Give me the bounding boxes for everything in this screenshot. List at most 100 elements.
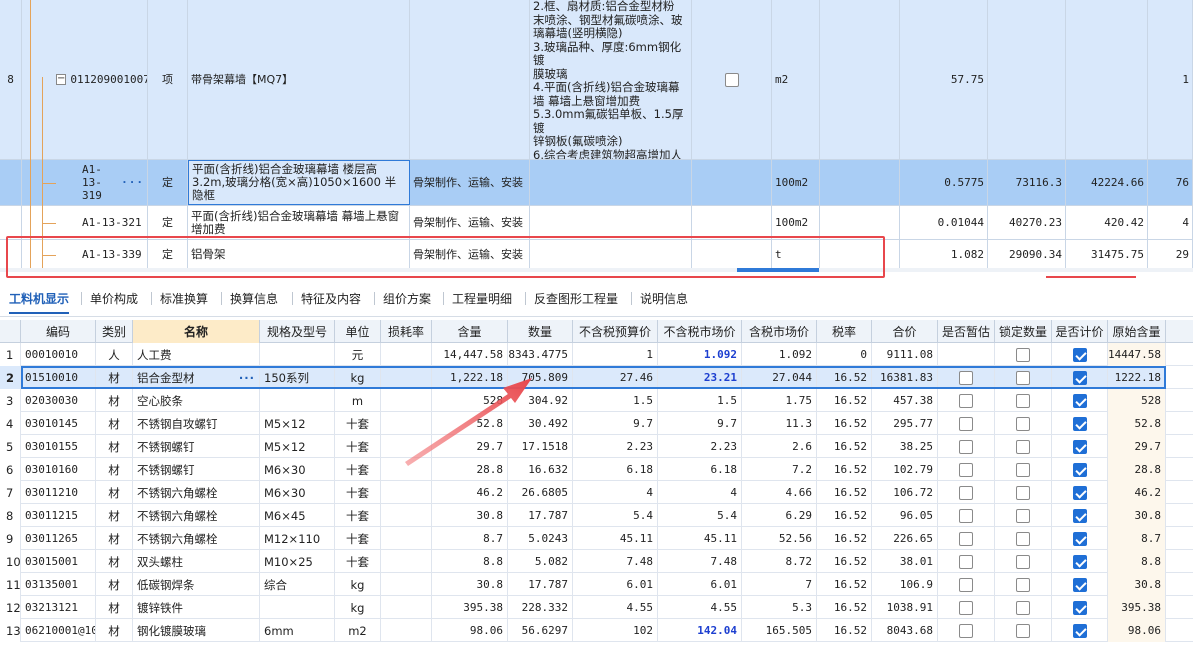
quota-last: 4 bbox=[1148, 206, 1193, 239]
quota-expression bbox=[820, 206, 900, 239]
header-est[interactable]: 是否暂估 bbox=[938, 320, 995, 343]
material-row[interactable]: 5 03010155 材不锈钢螺钉 M5×12 十套 29.7 17.1518 2.23 2.2… bbox=[0, 435, 1193, 458]
quota-row-A1-13-321[interactable]: A1-13-321 定平面(含折线)铝合金玻璃幕墙 幕墙上悬窗增加费 骨架制作、运输… bbox=[0, 206, 1193, 240]
est-checkbox[interactable] bbox=[959, 508, 973, 523]
header-name[interactable]: 名称 bbox=[133, 320, 260, 343]
lock-checkbox[interactable] bbox=[1016, 370, 1030, 385]
header-budget[interactable]: 不含税预算价 bbox=[573, 320, 658, 343]
list-row-8[interactable]: 8−011209001007 项带骨架幕墙【MQ7】 2.框、扇材质:铝合金型材粉末… bbox=[0, 0, 1193, 160]
cell-cat: 材 bbox=[96, 550, 133, 573]
priced-checkbox[interactable] bbox=[1072, 393, 1087, 408]
est-checkbox[interactable] bbox=[959, 439, 973, 454]
tab-5[interactable]: 特征及内容 bbox=[301, 279, 361, 317]
header-spec[interactable]: 规格及型号 bbox=[260, 320, 335, 343]
priced-checkbox[interactable] bbox=[1072, 554, 1087, 569]
lock-checkbox[interactable] bbox=[1016, 531, 1030, 546]
est-checkbox[interactable] bbox=[959, 370, 973, 385]
tab-3[interactable]: 标准换算 bbox=[160, 279, 208, 317]
material-row[interactable]: 10 03015001 材双头螺柱 M10×25 十套 8.8 5.082 7.48 7.48 8… bbox=[0, 550, 1193, 573]
priced-checkbox[interactable] bbox=[1072, 485, 1087, 500]
tab-6[interactable]: 组价方案 bbox=[383, 279, 431, 317]
material-row[interactable]: 9 03011265 材不锈钢六角螺栓 M12×110 十套 8.7 5.0243 45.11… bbox=[0, 527, 1193, 550]
est-checkbox[interactable] bbox=[959, 416, 973, 431]
lock-checkbox[interactable] bbox=[1016, 554, 1030, 569]
cell-code: 02030030 bbox=[21, 389, 96, 412]
header-total[interactable]: 合价 bbox=[872, 320, 938, 343]
material-row[interactable]: 3 02030030 材空心胶条 m 528 304.92 1.5 1.5 1.75 16.52 4… bbox=[0, 389, 1193, 412]
header-lock[interactable]: 锁定数量 bbox=[995, 320, 1052, 343]
tab-8[interactable]: 反查图形工程量 bbox=[534, 279, 618, 317]
est-checkbox[interactable] bbox=[959, 393, 973, 408]
material-row[interactable]: 8 03011215 材不锈钢六角螺栓 M6×45 十套 30.8 17.787 5.4 5.4… bbox=[0, 504, 1193, 527]
priced-checkbox[interactable] bbox=[1072, 462, 1087, 477]
quota-row-A1-13-319[interactable]: A1-13-319 ··· 定平面(含折线)铝合金玻璃幕墙 楼层高3.2m,玻璃分格… bbox=[0, 160, 1193, 206]
tab-2[interactable]: 单价构成 bbox=[90, 279, 138, 317]
tab-4[interactable]: 换算信息 bbox=[230, 279, 278, 317]
material-row[interactable]: 1 00010010 人人工费元 14,447.58 8343.4775 1 1.092 1.… bbox=[0, 343, 1193, 366]
priced-checkbox[interactable] bbox=[1072, 531, 1087, 546]
lock-checkbox[interactable] bbox=[1016, 439, 1030, 454]
material-row[interactable]: 4 03010145 材不锈钢自攻螺钉 M5×12 十套 52.8 30.492 9.7 9.7… bbox=[0, 412, 1193, 435]
lock-checkbox[interactable] bbox=[1016, 577, 1030, 592]
material-row[interactable]: 2 01510010 材铝合金型材 ··· 150系列 kg 1,222.18 705.809… bbox=[0, 366, 1193, 389]
cell-tax_market: 5.3 bbox=[742, 596, 817, 619]
est-checkbox[interactable] bbox=[959, 485, 973, 500]
est-checkbox[interactable] bbox=[959, 623, 973, 638]
header-qty[interactable]: 数量 bbox=[508, 320, 573, 343]
item-checkbox[interactable] bbox=[724, 72, 739, 87]
header-priced[interactable]: 是否计价 bbox=[1052, 320, 1108, 343]
header-cat[interactable]: 类别 bbox=[96, 320, 133, 343]
tree-line bbox=[30, 0, 31, 270]
material-row[interactable]: 7 03011210 材不锈钢六角螺栓 M6×30 十套 46.2 26.6805 4 4 4.6… bbox=[0, 481, 1193, 504]
header-content[interactable]: 含量 bbox=[432, 320, 508, 343]
cell-name: 人工费 bbox=[133, 343, 260, 366]
collapse-toggle-icon[interactable]: − bbox=[56, 74, 67, 85]
est-checkbox[interactable] bbox=[959, 531, 973, 546]
lock-checkbox[interactable] bbox=[1016, 416, 1030, 431]
material-row[interactable]: 12 03213121 材镀锌铁件 kg 395.38 228.332 4.55 4.55 5.… bbox=[0, 596, 1193, 619]
cell-unit: kg bbox=[335, 596, 381, 619]
tab-1[interactable]: 工料机显示 bbox=[9, 279, 70, 317]
cell-priced bbox=[1052, 435, 1108, 458]
lock-checkbox[interactable] bbox=[1016, 485, 1030, 500]
header-rate[interactable]: 税率 bbox=[817, 320, 872, 343]
more-button[interactable]: ··· bbox=[121, 176, 144, 189]
priced-checkbox[interactable] bbox=[1072, 439, 1087, 454]
priced-checkbox[interactable] bbox=[1072, 623, 1087, 638]
material-row[interactable]: 11 03135001 材低碳钢焊条 综合 kg 30.8 17.787 6.01 6.01 7 1… bbox=[0, 573, 1193, 596]
header-orig[interactable]: 原始含量 bbox=[1108, 320, 1166, 343]
est-checkbox[interactable] bbox=[959, 554, 973, 569]
priced-checkbox[interactable] bbox=[1072, 600, 1087, 615]
lock-checkbox[interactable] bbox=[1016, 393, 1030, 408]
priced-checkbox[interactable] bbox=[1072, 347, 1087, 362]
priced-checkbox[interactable] bbox=[1072, 370, 1087, 385]
cell-spec bbox=[260, 343, 335, 366]
tab-7[interactable]: 工程量明细 bbox=[452, 279, 512, 317]
cell-lock bbox=[995, 458, 1052, 481]
lock-checkbox[interactable] bbox=[1016, 600, 1030, 615]
est-checkbox[interactable] bbox=[959, 577, 973, 592]
lock-checkbox[interactable] bbox=[1016, 462, 1030, 477]
description-line: 膜玻璃 bbox=[533, 66, 568, 81]
tab-9[interactable]: 说明信息 bbox=[640, 279, 688, 317]
est-checkbox[interactable] bbox=[959, 600, 973, 615]
lock-checkbox[interactable] bbox=[1016, 347, 1030, 362]
lock-checkbox[interactable] bbox=[1016, 508, 1030, 523]
more-button[interactable]: ··· bbox=[239, 371, 255, 385]
header-unit[interactable]: 单位 bbox=[335, 320, 381, 343]
cell-name[interactable]: 铝合金型材 ··· bbox=[133, 366, 260, 389]
cell-unit: 十套 bbox=[335, 550, 381, 573]
cell-rate: 16.52 bbox=[817, 527, 872, 550]
cell-est bbox=[938, 435, 995, 458]
header-tax_market[interactable]: 含税市场价 bbox=[742, 320, 817, 343]
lock-checkbox[interactable] bbox=[1016, 623, 1030, 638]
material-row[interactable]: 6 03010160 材不锈钢螺钉 M6×30 十套 28.8 16.632 6.18 6.18… bbox=[0, 458, 1193, 481]
priced-checkbox[interactable] bbox=[1072, 416, 1087, 431]
header-code[interactable]: 编码 bbox=[21, 320, 96, 343]
est-checkbox[interactable] bbox=[959, 462, 973, 477]
priced-checkbox[interactable] bbox=[1072, 508, 1087, 523]
header-market[interactable]: 不含税市场价 bbox=[658, 320, 742, 343]
header-loss[interactable]: 损耗率 bbox=[381, 320, 432, 343]
material-row[interactable]: 13 06210001@10 材钢化镀膜玻璃 6mm m2 98.06 56.6297 102… bbox=[0, 619, 1193, 642]
priced-checkbox[interactable] bbox=[1072, 577, 1087, 592]
